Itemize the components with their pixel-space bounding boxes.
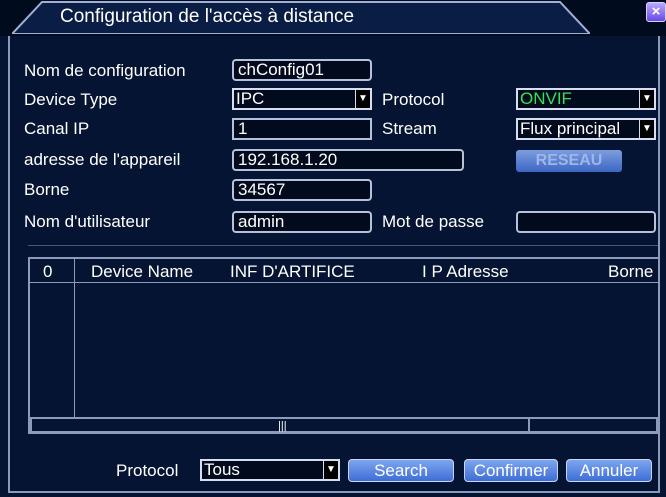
- scrollbar-track-end: [530, 417, 658, 433]
- protocol-label: Protocol: [382, 90, 445, 109]
- port-input[interactable]: 34567: [232, 179, 372, 201]
- table-header-index: 0: [43, 262, 53, 281]
- chevron-down-icon[interactable]: ▼: [639, 120, 654, 138]
- chevron-down-icon[interactable]: ▼: [323, 461, 338, 479]
- close-icon[interactable]: ×: [646, 2, 666, 22]
- table-header-ip-address: I P Adresse: [422, 262, 509, 281]
- address-input[interactable]: 192.168.1.20: [232, 149, 464, 171]
- table-column-divider: [74, 259, 75, 417]
- protocol-select[interactable]: ONVIF ▼: [516, 88, 656, 110]
- password-label: Mot de passe: [382, 212, 485, 231]
- search-button[interactable]: Search: [348, 459, 454, 482]
- stream-select[interactable]: Flux principal ▼: [516, 118, 656, 140]
- config-name-label: Nom de configuration: [24, 61, 186, 80]
- stream-value: Flux principal: [520, 120, 621, 138]
- table-header-port: Borne: [608, 262, 654, 281]
- channel-label: Canal IP: [24, 119, 90, 138]
- dialog-title: Configuration de l'accès à distance: [60, 6, 355, 27]
- table-header-inf: INF D'ARTIFICE: [230, 262, 355, 281]
- divider: [28, 245, 658, 246]
- device-type-label: Device Type: [24, 90, 118, 109]
- network-button[interactable]: RESEAU: [516, 150, 622, 172]
- password-input[interactable]: [516, 211, 656, 233]
- device-type-select[interactable]: IPC ▼: [232, 88, 372, 110]
- table-header-divider: [30, 282, 658, 283]
- device-table[interactable]: 0 Device Name INF D'ARTIFICE I P Adresse…: [28, 257, 660, 434]
- username-label: Nom d'utilisateur: [24, 212, 151, 231]
- chevron-down-icon[interactable]: ▼: [355, 90, 370, 108]
- footer-protocol-value: Tous: [204, 461, 240, 479]
- title-bar: Configuration de l'accès à distance ×: [0, 0, 666, 36]
- address-label: adresse de l'appareil: [24, 150, 181, 169]
- scrollbar-thumb-icon[interactable]: |||: [278, 420, 287, 432]
- config-name-input[interactable]: chConfig01: [232, 59, 372, 81]
- device-type-value: IPC: [236, 90, 265, 108]
- channel-input[interactable]: 1: [232, 118, 372, 140]
- cancel-button[interactable]: Annuler: [566, 459, 652, 482]
- chevron-down-icon[interactable]: ▼: [639, 90, 654, 108]
- port-label: Borne: [24, 180, 70, 199]
- username-input[interactable]: admin: [232, 211, 372, 233]
- remote-access-dialog: Configuration de l'accès à distance × No…: [0, 0, 666, 497]
- confirm-button[interactable]: Confirmer: [464, 459, 558, 482]
- table-header-device-name: Device Name: [91, 262, 194, 281]
- stream-label: Stream: [382, 119, 437, 138]
- protocol-value: ONVIF: [520, 90, 572, 108]
- horizontal-scrollbar[interactable]: |||: [30, 417, 530, 433]
- footer-protocol-select[interactable]: Tous ▼: [200, 459, 340, 481]
- footer-protocol-label: Protocol: [116, 461, 179, 480]
